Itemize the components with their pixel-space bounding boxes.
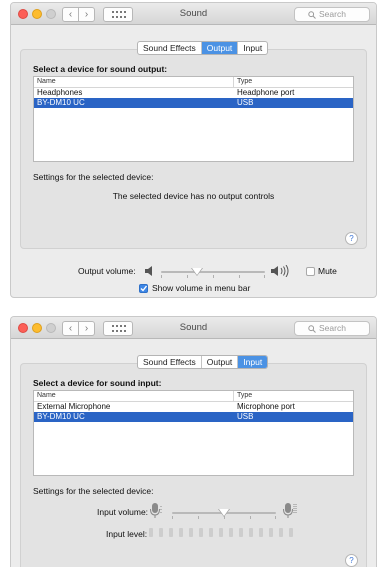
back-button[interactable]: ‹: [62, 7, 79, 22]
device-name: BY-DM10 UC: [37, 412, 85, 421]
output-volume-slider[interactable]: [161, 271, 265, 273]
device-type: USB: [237, 98, 254, 107]
no-output-controls-message: The selected device has no output contro…: [112, 191, 275, 201]
show-volume-checkbox[interactable]: [139, 284, 148, 293]
column-header-type[interactable]: Type: [237, 78, 252, 85]
search-placeholder: Search: [319, 323, 346, 333]
section-heading: Select a device for sound output:: [33, 64, 168, 74]
forward-button[interactable]: ›: [78, 321, 95, 336]
output-volume-knob-face: [192, 268, 202, 275]
microphone-low-icon: [150, 503, 162, 518]
input-level-segment: [209, 528, 213, 537]
input-level-segment: [249, 528, 253, 537]
input-panel: Select a device for sound input: Name Ty…: [20, 363, 367, 567]
input-level-segment: [189, 528, 193, 537]
settings-label: Settings for the selected device:: [33, 486, 154, 496]
input-level-segment: [199, 528, 203, 537]
table-row-selected[interactable]: BY-DM10 UC USB: [34, 98, 353, 108]
input-level-segment: [169, 528, 173, 537]
device-name: BY-DM10 UC: [37, 98, 85, 107]
input-volume-label: Input volume:: [97, 507, 149, 517]
input-level-segment: [159, 528, 163, 537]
close-window-button[interactable]: [18, 323, 28, 333]
table-header: Name Type: [34, 77, 353, 88]
output-volume-label: Output volume:: [78, 266, 136, 276]
tab-sound-effects[interactable]: Sound Effects: [138, 356, 202, 368]
search-icon: [308, 325, 316, 333]
search-icon: [308, 11, 316, 19]
tab-bar: Sound Effects Output Input: [137, 41, 269, 55]
device-type: Headphone port: [237, 88, 295, 97]
device-type: USB: [237, 412, 254, 421]
tab-bar: Sound Effects Output Input: [137, 355, 269, 369]
input-level-segment: [229, 528, 233, 537]
back-button[interactable]: ‹: [62, 321, 79, 336]
input-level-segment: [289, 528, 293, 537]
microphone-high-icon: [283, 503, 297, 518]
tab-output[interactable]: Output: [202, 356, 239, 368]
zoom-window-button[interactable]: [46, 9, 56, 19]
device-name: External Microphone: [37, 402, 111, 411]
output-panel: Select a device for sound output: Name T…: [20, 49, 367, 249]
forward-button[interactable]: ›: [78, 7, 95, 22]
tab-input[interactable]: Input: [238, 42, 267, 54]
title-bar: ‹ › Sound Search: [11, 3, 376, 25]
help-button[interactable]: ?: [345, 232, 358, 245]
mute-checkbox[interactable]: [306, 267, 315, 276]
input-level-segment: [259, 528, 263, 537]
title-bar: ‹ › Sound Search: [11, 317, 376, 339]
mute-label: Mute: [318, 266, 337, 276]
device-type: Microphone port: [237, 402, 295, 411]
section-heading: Select a device for sound input:: [33, 378, 162, 388]
table-row[interactable]: Headphones Headphone port: [34, 88, 353, 98]
checkmark-icon: [140, 285, 148, 292]
table-row-selected[interactable]: BY-DM10 UC USB: [34, 412, 353, 422]
input-level-segment: [239, 528, 243, 537]
search-field[interactable]: Search: [294, 321, 370, 336]
input-level-segment: [219, 528, 223, 537]
column-header-name[interactable]: Name: [37, 78, 56, 85]
tab-sound-effects[interactable]: Sound Effects: [138, 42, 202, 54]
tab-output[interactable]: Output: [201, 42, 239, 54]
zoom-window-button[interactable]: [46, 323, 56, 333]
column-header-type[interactable]: Type: [237, 392, 252, 399]
help-button[interactable]: ?: [345, 554, 358, 567]
show-all-button[interactable]: [103, 7, 133, 22]
column-header-name[interactable]: Name: [37, 392, 56, 399]
minimize-window-button[interactable]: [32, 9, 42, 19]
show-volume-label: Show volume in menu bar: [152, 283, 251, 293]
window-title: Sound: [179, 322, 208, 333]
column-divider: [233, 391, 234, 402]
device-name: Headphones: [37, 88, 83, 97]
sound-output-window: ‹ › Sound Search Select a device for sou…: [10, 2, 377, 298]
input-level-segment: [269, 528, 273, 537]
speaker-high-icon: [271, 265, 289, 277]
tab-input[interactable]: Input: [238, 356, 268, 368]
input-level-segment: [149, 528, 153, 537]
input-device-table[interactable]: Name Type External Microphone Microphone…: [33, 390, 354, 476]
window-title: Sound: [179, 8, 208, 19]
output-device-table[interactable]: Name Type Headphones Headphone port BY-D…: [33, 76, 354, 162]
input-level-segment: [279, 528, 283, 537]
show-all-button[interactable]: [103, 321, 133, 336]
minimize-window-button[interactable]: [32, 323, 42, 333]
search-placeholder: Search: [319, 9, 346, 19]
input-level-segment: [179, 528, 183, 537]
output-volume-row: Output volume: Mute: [11, 265, 376, 279]
close-window-button[interactable]: [18, 9, 28, 19]
search-field[interactable]: Search: [294, 7, 370, 22]
table-header: Name Type: [34, 391, 353, 402]
input-level-meter: [149, 528, 299, 538]
sound-input-window: ‹ › Sound Search Select a device for sou…: [10, 316, 377, 567]
input-level-label: Input level:: [106, 529, 148, 539]
column-divider: [233, 77, 234, 88]
table-row[interactable]: External Microphone Microphone port: [34, 402, 353, 412]
settings-label: Settings for the selected device:: [33, 172, 154, 182]
input-volume-knob-face: [219, 509, 229, 516]
speaker-low-icon: [145, 266, 152, 276]
